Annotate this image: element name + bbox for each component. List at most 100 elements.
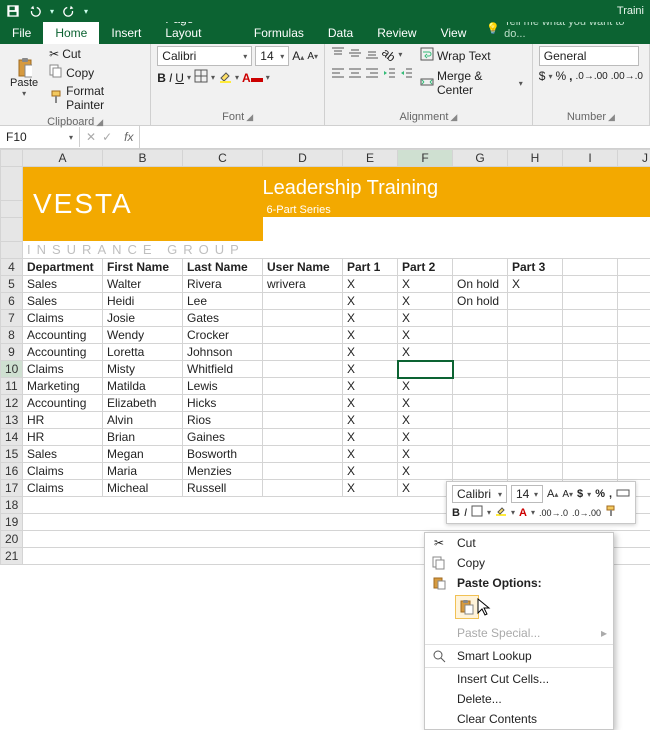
- fill-color-icon[interactable]: [495, 505, 507, 520]
- cell[interactable]: Sales: [23, 446, 103, 463]
- cell[interactable]: Johnson: [183, 344, 263, 361]
- cell[interactable]: X: [508, 276, 563, 293]
- increase-decimal-icon[interactable]: .0→.00: [572, 508, 601, 518]
- percent-icon[interactable]: %: [595, 488, 605, 500]
- cell[interactable]: Elizabeth: [103, 395, 183, 412]
- cell[interactable]: X: [398, 395, 453, 412]
- cell[interactable]: Accounting: [23, 327, 103, 344]
- row-6[interactable]: 6: [1, 293, 23, 310]
- cell[interactable]: X: [343, 412, 398, 429]
- fx-icon[interactable]: fx: [118, 130, 139, 144]
- cancel-icon[interactable]: ✕: [86, 130, 96, 144]
- font-color-icon[interactable]: A: [519, 507, 527, 519]
- cell[interactable]: [618, 327, 650, 344]
- row-14[interactable]: 14: [1, 429, 23, 446]
- cell[interactable]: X: [343, 429, 398, 446]
- cell[interactable]: [453, 395, 508, 412]
- cell[interactable]: [508, 378, 563, 395]
- increase-font-icon[interactable]: A▴: [292, 49, 304, 63]
- cell[interactable]: Department: [23, 259, 103, 276]
- cell[interactable]: Accounting: [23, 395, 103, 412]
- cell[interactable]: X: [398, 412, 453, 429]
- cell[interactable]: X: [343, 446, 398, 463]
- qat-customize-icon[interactable]: ▾: [84, 7, 88, 16]
- cell[interactable]: [618, 344, 650, 361]
- enter-icon[interactable]: ✓: [102, 130, 112, 144]
- cell[interactable]: [618, 395, 650, 412]
- col-D[interactable]: D: [263, 150, 343, 167]
- cell[interactable]: Claims: [23, 310, 103, 327]
- cell[interactable]: [563, 463, 618, 480]
- cell[interactable]: [453, 412, 508, 429]
- align-top-icon[interactable]: [331, 46, 345, 63]
- cell[interactable]: [563, 361, 618, 378]
- borders-icon[interactable]: [471, 505, 483, 520]
- row-17[interactable]: 17: [1, 480, 23, 497]
- cell[interactable]: [508, 463, 563, 480]
- cell[interactable]: [508, 293, 563, 310]
- mini-font-size[interactable]: 14▾: [511, 485, 543, 503]
- cell[interactable]: Walter: [103, 276, 183, 293]
- increase-font-icon[interactable]: A▴: [547, 488, 558, 500]
- cell[interactable]: [453, 259, 508, 276]
- cell[interactable]: [563, 395, 618, 412]
- decrease-decimal-icon[interactable]: .00→.0: [611, 71, 643, 82]
- cell[interactable]: Accounting: [23, 344, 103, 361]
- row-13[interactable]: 13: [1, 412, 23, 429]
- ctx-copy[interactable]: Copy: [425, 553, 613, 573]
- cell[interactable]: Matilda: [103, 378, 183, 395]
- tab-view[interactable]: View: [429, 22, 479, 44]
- cell[interactable]: [508, 361, 563, 378]
- cell[interactable]: [508, 327, 563, 344]
- cell[interactable]: [563, 310, 618, 327]
- cell[interactable]: Claims: [23, 480, 103, 497]
- cell[interactable]: [508, 429, 563, 446]
- row-4[interactable]: 4: [1, 259, 23, 276]
- cell[interactable]: [563, 276, 618, 293]
- select-all[interactable]: [1, 150, 23, 167]
- format-painter-button[interactable]: Format Painter: [46, 83, 144, 113]
- row-8[interactable]: 8: [1, 327, 23, 344]
- cell[interactable]: [508, 446, 563, 463]
- mini-italic[interactable]: I: [464, 507, 467, 519]
- cell[interactable]: [563, 259, 618, 276]
- cell[interactable]: Whitfield: [183, 361, 263, 378]
- cell[interactable]: [263, 344, 343, 361]
- align-bottom-icon[interactable]: [365, 46, 379, 63]
- font-color-icon[interactable]: A: [242, 71, 263, 85]
- col-I[interactable]: I: [563, 150, 618, 167]
- cell[interactable]: [508, 395, 563, 412]
- tab-home[interactable]: Home: [43, 22, 99, 44]
- cell[interactable]: [508, 412, 563, 429]
- cell-marquee[interactable]: On hold: [453, 276, 508, 293]
- cell[interactable]: X: [343, 480, 398, 497]
- row-11[interactable]: 11: [1, 378, 23, 395]
- col-B[interactable]: B: [103, 150, 183, 167]
- cell[interactable]: [563, 446, 618, 463]
- cell[interactable]: [263, 361, 343, 378]
- row-20[interactable]: 20: [1, 531, 23, 548]
- increase-indent-icon[interactable]: [399, 66, 413, 83]
- decrease-font-icon[interactable]: A▾: [562, 489, 573, 500]
- cell[interactable]: Rivera: [183, 276, 263, 293]
- cell[interactable]: Lee: [183, 293, 263, 310]
- ctx-cut[interactable]: ✂Cut: [425, 533, 613, 553]
- mini-font-family[interactable]: Calibri▾: [452, 485, 507, 503]
- cell[interactable]: X: [343, 327, 398, 344]
- cell[interactable]: Megan: [103, 446, 183, 463]
- row-15[interactable]: 15: [1, 446, 23, 463]
- bold-button[interactable]: B: [157, 71, 166, 85]
- col-C[interactable]: C: [183, 150, 263, 167]
- comma-icon[interactable]: ,: [609, 488, 612, 500]
- cell[interactable]: Josie: [103, 310, 183, 327]
- cell[interactable]: [453, 446, 508, 463]
- save-icon[interactable]: [6, 4, 20, 18]
- cell[interactable]: X: [343, 463, 398, 480]
- cell[interactable]: HR: [23, 429, 103, 446]
- cell[interactable]: [563, 293, 618, 310]
- cell[interactable]: [453, 361, 508, 378]
- col-J[interactable]: J: [618, 150, 650, 167]
- mini-bold[interactable]: B: [452, 507, 460, 519]
- cell[interactable]: [508, 310, 563, 327]
- cell[interactable]: [263, 429, 343, 446]
